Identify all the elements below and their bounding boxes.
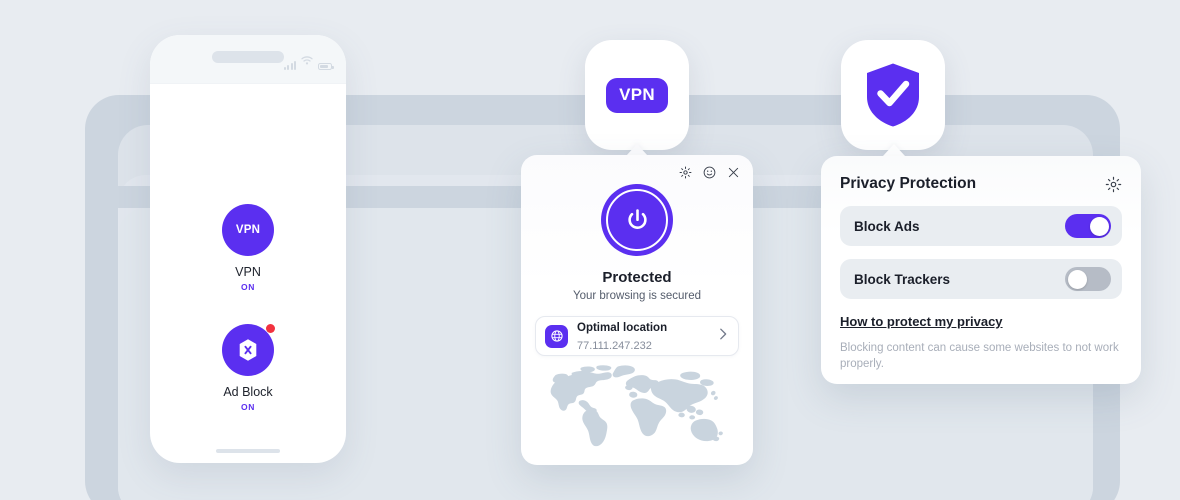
panel-note: Blocking content can cause some websites… [840, 342, 1119, 371]
vpn-badge-icon: VPN [606, 77, 668, 113]
panel-pointer [883, 144, 905, 156]
privacy-protection-panel: Privacy Protection Block Ads Block Track… [821, 156, 1141, 384]
floating-card-shield [841, 40, 945, 150]
wifi-icon [301, 52, 313, 70]
vpn-badge-icon[interactable]: VPN [222, 204, 274, 256]
optimal-location-row[interactable]: Optimal location 77.111.247.232 [535, 316, 739, 356]
power-glyph [627, 208, 647, 229]
vpn-badge-label: VPN [235, 224, 261, 236]
phone-screen: VPN VPN ON Ad Block ON [150, 84, 346, 463]
gear-icon[interactable] [679, 166, 692, 179]
block-ads-toggle[interactable] [1065, 214, 1111, 238]
phone-notch [212, 51, 284, 63]
ad-block-hexagon-icon[interactable] [222, 324, 275, 376]
location-ip: 77.111.247.232 [577, 340, 652, 352]
close-icon[interactable] [727, 166, 740, 179]
preference-label: Block Ads [854, 218, 920, 234]
phone-tile-label: VPN [235, 265, 261, 279]
phone-tile-adblock[interactable]: Ad Block ON [150, 324, 346, 412]
shield-check-icon [867, 63, 919, 127]
popup-header [521, 155, 753, 179]
signal-bars-icon [283, 61, 296, 70]
floating-card-vpn: VPN [585, 40, 689, 150]
status-bar-icons [283, 52, 334, 70]
preference-row-block-trackers[interactable]: Block Trackers [840, 259, 1122, 299]
power-button-wrapper [521, 184, 753, 256]
notification-dot [266, 324, 275, 333]
phone-tile-vpn[interactable]: VPN VPN ON [150, 204, 346, 292]
page-title: Privacy Protection [840, 175, 977, 192]
globe-icon [545, 324, 568, 348]
phone-status-bar [150, 35, 346, 84]
chevron-right-icon[interactable] [717, 327, 729, 346]
location-title: Optimal location [577, 322, 668, 334]
world-map-graphic [537, 359, 737, 455]
smiley-face-icon[interactable] [703, 166, 716, 179]
vpn-popup: Protected Your browsing is secured Optim… [521, 155, 753, 465]
toggle-knob [1067, 269, 1087, 289]
power-button-icon[interactable] [601, 184, 673, 256]
preference-label: Block Trackers [854, 271, 951, 287]
phone-tile-label: Ad Block [223, 385, 273, 399]
how-to-protect-privacy-link[interactable]: How to protect my privacy [840, 314, 1003, 329]
hexagon-x-glyph [239, 339, 257, 361]
toggle-knob [1089, 216, 1109, 236]
gear-icon[interactable] [1105, 176, 1122, 193]
phone-tile-state: ON [241, 282, 255, 292]
location-text: Optimal location 77.111.247.232 [577, 318, 708, 354]
battery-icon [318, 63, 334, 70]
block-trackers-toggle[interactable] [1065, 267, 1111, 291]
home-indicator [216, 449, 280, 453]
connection-status-subtitle: Your browsing is secured [572, 290, 702, 302]
connection-status-title: Protected [602, 269, 672, 286]
panel-header: Privacy Protection [840, 175, 1122, 193]
preference-row-block-ads[interactable]: Block Ads [840, 206, 1122, 246]
phone-mockup: VPN VPN ON Ad Block ON [150, 35, 346, 463]
phone-tile-state: ON [241, 402, 255, 412]
